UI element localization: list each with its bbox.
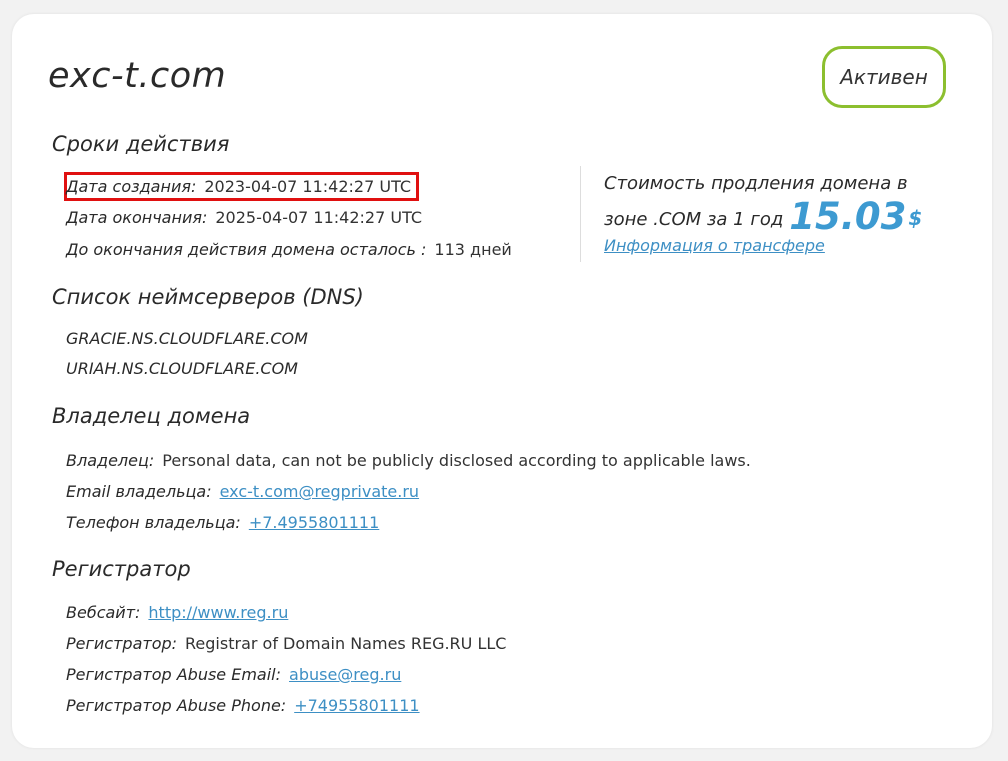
expires-row: Дата окончания: 2025-04-07 11:42:27 UTC — [66, 208, 422, 227]
owner-email-label: Email владельца: — [66, 482, 212, 501]
domain-info-card: exc-t.com Активен Сроки действия Дата со… — [12, 14, 992, 748]
registrar-website-row: Вебсайт: http://www.reg.ru — [66, 603, 288, 622]
remaining-row: До окончания действия домена осталось : 1… — [66, 240, 512, 259]
owner-value: Personal data, can not be publicly discl… — [162, 451, 751, 470]
registrar-abuse-email-label: Регистратор Abuse Email: — [66, 665, 282, 684]
registrar-name-value: Registrar of Domain Names REG.RU LLC — [185, 634, 507, 653]
dns-section-title: Список неймсерверов (DNS) — [52, 285, 364, 309]
created-row: Дата создания: 2023-04-07 11:42:27 UTC — [66, 177, 411, 196]
renewal-currency: $ — [908, 206, 923, 230]
owner-phone-label: Телефон владельца: — [66, 513, 241, 532]
status-badge: Активен — [822, 46, 946, 108]
registrar-abuse-phone-row: Регистратор Abuse Phone: +74955801111 — [66, 696, 420, 715]
remaining-value: 113 дней — [434, 240, 512, 259]
renewal-price-block: Стоимость продления домена в зоне .COM з… — [604, 167, 944, 236]
renewal-text-line2: зоне .COM за 1 год 15.03 $ — [604, 198, 944, 236]
registrar-abuse-phone-label: Регистратор Abuse Phone: — [66, 696, 287, 715]
owner-phone-link[interactable]: +7.4955801111 — [249, 513, 379, 532]
created-label: Дата создания: — [66, 177, 197, 196]
registrar-website-link[interactable]: http://www.reg.ru — [148, 603, 288, 622]
transfer-info-link[interactable]: Информация о трансфере — [604, 236, 825, 255]
registrar-section-title: Регистратор — [52, 557, 191, 581]
nameserver-item: GRACIE.NS.CLOUDFLARE.COM — [66, 329, 308, 348]
owner-phone-row: Телефон владельца: +7.4955801111 — [66, 513, 379, 532]
registrar-abuse-phone-link[interactable]: +74955801111 — [294, 696, 419, 715]
owner-email-row: Email владельца: exc-t.com@regprivate.ru — [66, 482, 419, 501]
nameserver-item: URIAH.NS.CLOUDFLARE.COM — [66, 359, 298, 378]
registrar-abuse-email-link[interactable]: abuse@reg.ru — [289, 665, 401, 684]
renewal-price: 15.03 — [789, 195, 907, 238]
expires-label: Дата окончания: — [66, 208, 208, 227]
domain-name: exc-t.com — [48, 56, 227, 96]
validity-section-title: Сроки действия — [52, 132, 230, 156]
registrar-abuse-email-row: Регистратор Abuse Email: abuse@reg.ru — [66, 665, 401, 684]
created-value: 2023-04-07 11:42:27 UTC — [204, 177, 412, 196]
owner-email-link[interactable]: exc-t.com@regprivate.ru — [220, 482, 419, 501]
renewal-zone-text: зоне .COM за 1 год — [604, 209, 784, 230]
column-divider — [580, 166, 581, 262]
owner-row: Владелец: Personal data, can not be publi… — [66, 451, 751, 470]
expires-value: 2025-04-07 11:42:27 UTC — [215, 208, 423, 227]
registrar-name-row: Регистратор: Registrar of Domain Names RE… — [66, 634, 506, 653]
registrar-website-label: Вебсайт: — [66, 603, 141, 622]
owner-label: Владелец: — [66, 451, 155, 470]
registrar-name-label: Регистратор: — [66, 634, 178, 653]
remaining-label: До окончания действия домена осталось : — [66, 240, 427, 259]
owner-section-title: Владелец домена — [52, 404, 251, 428]
